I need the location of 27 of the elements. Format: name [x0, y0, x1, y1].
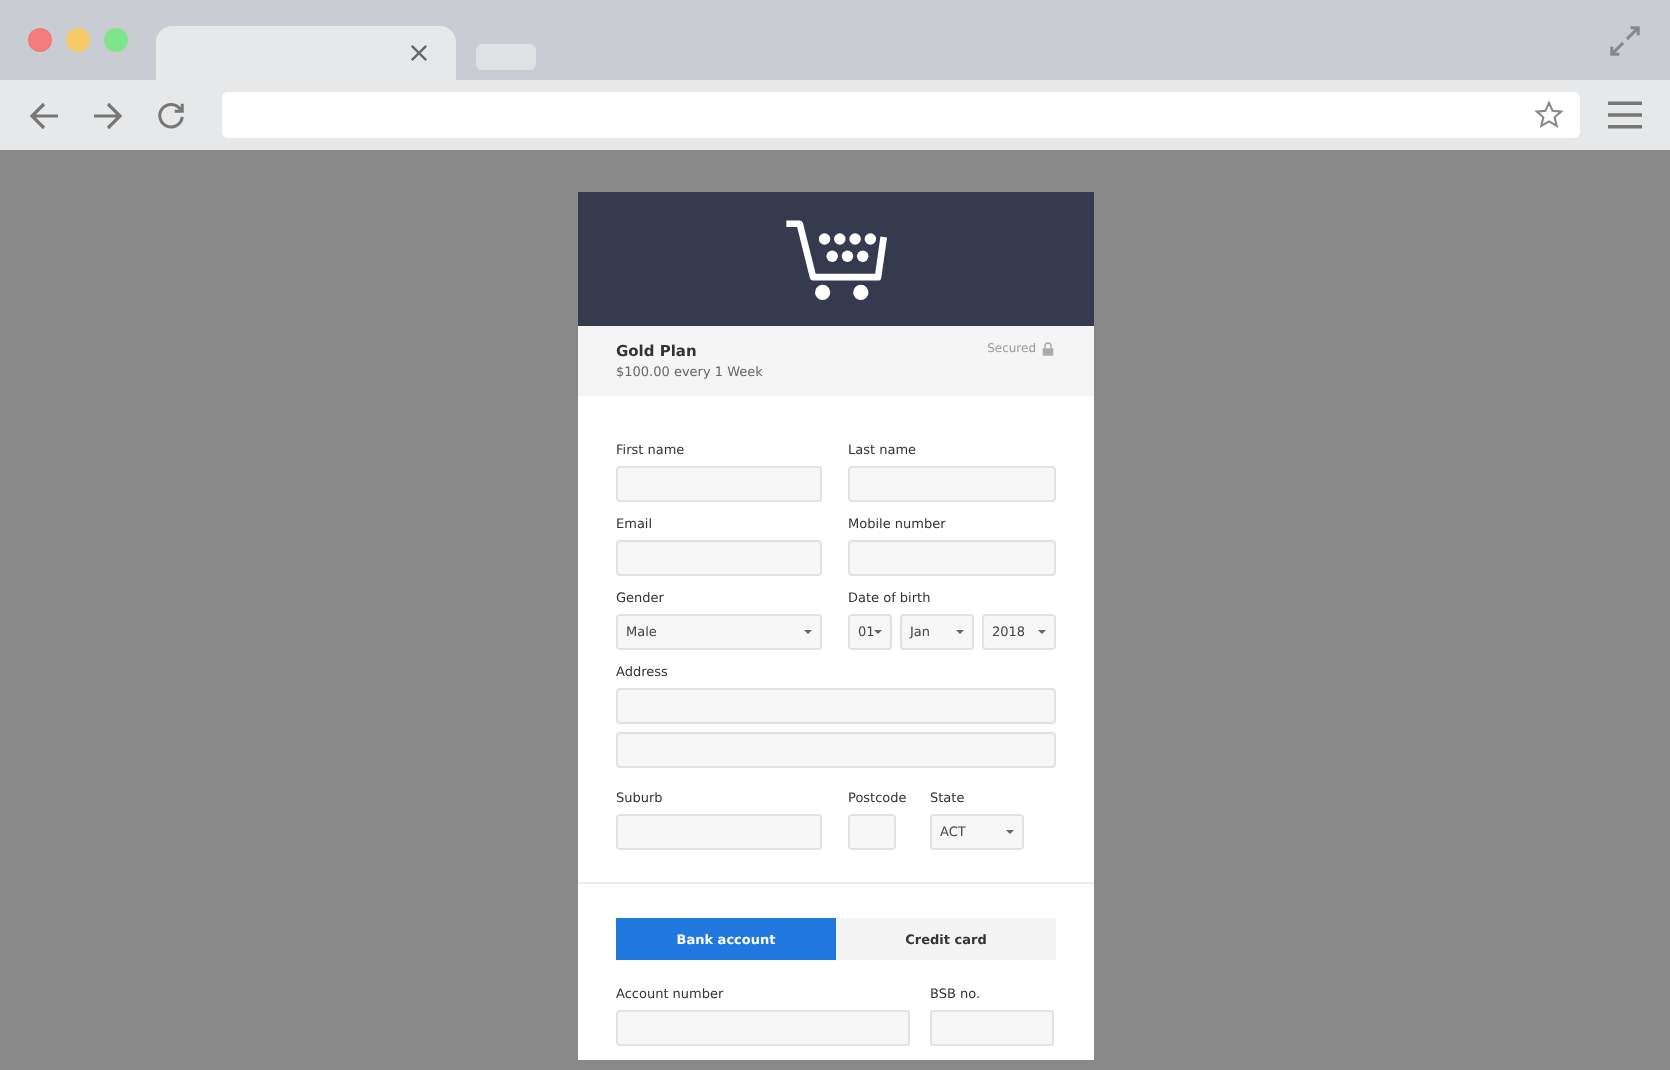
minimize-window-dot[interactable]: [66, 28, 90, 52]
input-field[interactable]: [616, 688, 1056, 724]
input-field[interactable]: [616, 814, 822, 850]
reload-icon[interactable]: [156, 100, 186, 130]
input-field[interactable]: [616, 1010, 910, 1046]
close-window-dot[interactable]: [28, 28, 52, 52]
input-field[interactable]: [616, 732, 1056, 768]
back-icon[interactable]: [28, 99, 60, 131]
caret-icon: [874, 630, 883, 634]
caret-icon: [1006, 830, 1014, 834]
caret-icon: [1038, 630, 1046, 634]
input-field[interactable]: [616, 466, 822, 502]
input-field[interactable]: [848, 540, 1056, 576]
shopping-cart-icon: [782, 217, 890, 301]
input-field[interactable]: [930, 1010, 1054, 1046]
expand-icon[interactable]: [1608, 24, 1642, 58]
forward-icon[interactable]: [92, 99, 124, 131]
input-field[interactable]: [848, 466, 1056, 502]
caret-icon: [804, 630, 812, 634]
input-field[interactable]: [848, 814, 896, 850]
caret-icon: [956, 630, 964, 634]
star-icon[interactable]: [1534, 100, 1564, 130]
input-field[interactable]: [616, 540, 822, 576]
menu-icon[interactable]: [1608, 100, 1642, 130]
maximize-window-dot[interactable]: [104, 28, 128, 52]
lock-icon: [1042, 342, 1054, 356]
close-icon[interactable]: [410, 44, 428, 62]
